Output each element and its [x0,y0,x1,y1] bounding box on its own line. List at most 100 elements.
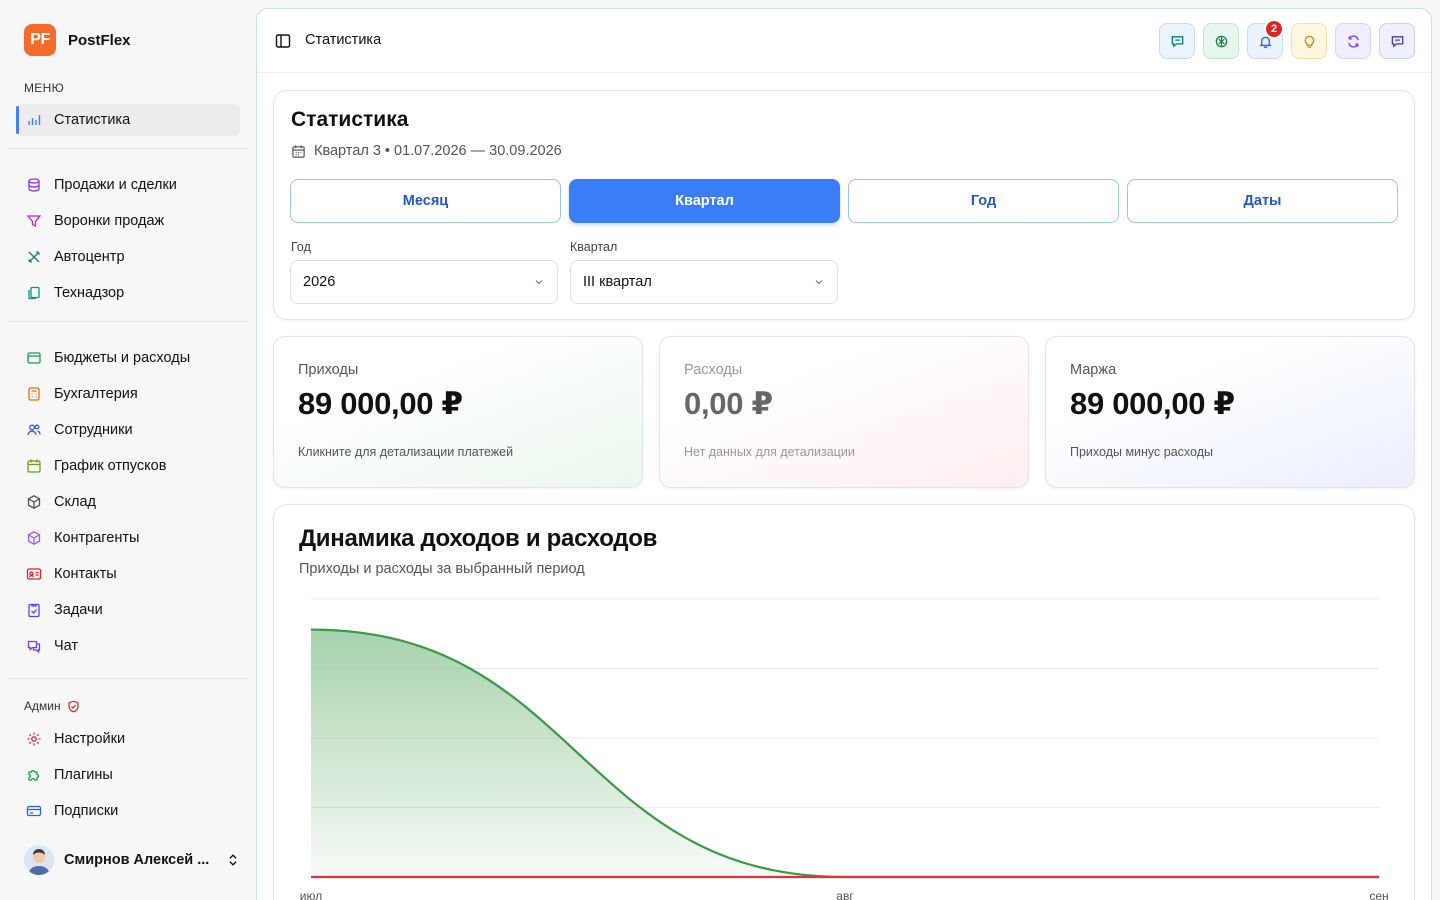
sidebar-item-budgets[interactable]: Бюджеты и расходы [16,342,240,374]
sidebar-item-warehouse[interactable]: Склад [16,486,240,518]
main-panel: Статистика 2 Статистика Квартал 3 • 01.0… [256,8,1432,900]
messages-button[interactable] [1159,23,1195,59]
tab-year[interactable]: Год [848,179,1119,223]
income-value: 89 000,00 ₽ [298,386,463,421]
admin-section-label: Админ [24,699,80,713]
income-label: Приходы [298,362,359,378]
sidebar-item-funnels[interactable]: Воронки продаж [16,205,240,237]
avatar [24,845,54,875]
year-select[interactable]: 2026 [290,260,558,304]
sidebar-item-label: Сотрудники [54,422,133,438]
copy-icon [28,286,40,300]
users-icon [27,424,41,436]
income-area [311,629,1379,877]
sidebar-item-label: Воронки продаж [54,213,165,229]
wallet-icon [27,352,41,364]
chevrons-up-down-icon [229,854,237,866]
sidebar-divider [8,321,248,322]
sparkle-logo-icon [1215,35,1227,47]
sidebar-item-label: Бухгалтерия [54,386,138,402]
sidebar-item-label: Статистика [54,112,131,128]
sidebar-item-employees[interactable]: Сотрудники [16,414,240,446]
income-note: Кликните для детализации платежей [298,445,514,459]
menu-section-label: МЕНЮ [24,81,64,95]
sidebar-item-label: Технадзор [54,285,125,301]
quarter-select-value: III квартал [583,274,652,290]
period-text: Квартал 3 • 01.07.2026 — 30.09.2026 [314,143,562,159]
refresh-icon [1347,34,1359,48]
bar-chart-icon [28,115,41,125]
notifications-button[interactable]: 2 [1247,19,1284,59]
expense-note: Нет данных для детализации [684,445,855,459]
sidebar-item-sales[interactable]: Продажи и сделки [16,169,240,201]
user-name: Смирнов Алексей ... [64,852,210,868]
tab-month[interactable]: Месяц [290,179,561,223]
sidebar-item-counterparties[interactable]: Контрагенты [16,522,240,554]
sidebar-item-autocenter[interactable]: Автоцентр [16,241,240,273]
sidebar-item-label: Контрагенты [54,530,140,546]
page-title: Статистика [291,108,409,131]
chat-icon [1391,35,1403,48]
sidebar-item-subscriptions[interactable]: Подписки [16,795,240,827]
expense-label: Расходы [684,362,743,378]
area-chart: июл авг сен [300,598,1389,900]
ai-assistant-button[interactable] [1203,23,1239,59]
refresh-button[interactable] [1335,23,1371,59]
sidebar-divider [8,148,248,149]
expense-value: 0,00 ₽ [684,386,773,421]
admin-label-text: Админ [24,699,61,713]
margin-card: Маржа 89 000,00 ₽ Приходы минус расходы [1045,336,1415,488]
sidebar-toggle-icon[interactable] [275,33,291,49]
brand-name: PostFlex [68,31,131,49]
sidebar-item-label: Подписки [54,803,119,819]
tips-button[interactable] [1291,23,1327,59]
sidebar-item-vacations[interactable]: График отпусков [16,450,240,482]
topbar: Статистика 2 [257,9,1431,73]
income-card[interactable]: Приходы 89 000,00 ₽ Кликните для детализ… [273,336,643,488]
breadcrumb: Статистика [305,32,382,48]
chat-icon [1171,35,1183,48]
box-icon [27,495,41,509]
expense-card: Расходы 0,00 ₽ Нет данных для детализаци… [659,336,1029,488]
sidebar-item-statistics[interactable]: Статистика [16,104,240,136]
sidebar-item-tasks[interactable]: Задачи [16,594,240,626]
sidebar-item-plugins[interactable]: Плагины [16,759,240,791]
chat-icon [27,640,41,654]
sidebar-item-label: График отпусков [54,458,167,474]
statistics-filter-card: Статистика Квартал 3 • 01.07.2026 — 30.0… [273,90,1415,320]
wrench-icon [28,251,40,263]
margin-label: Маржа [1070,362,1117,378]
year-select-value: 2026 [303,274,336,290]
sidebar-item-label: Продажи и сделки [54,177,177,193]
period-info: Квартал 3 • 01.07.2026 — 30.09.2026 [291,143,562,159]
sidebar-item-contacts[interactable]: Контакты [16,558,240,590]
sidebar-item-label: Задачи [54,602,103,618]
credit-card-icon [26,805,42,817]
sidebar-item-chat[interactable]: Чат [16,630,240,662]
x-tick-label: сен [1369,889,1388,900]
sidebar-item-label: Контакты [54,566,117,582]
sidebar-item-label: Автоцентр [54,249,125,265]
gear-icon [27,732,41,746]
database-icon [28,178,40,192]
puzzle-icon [28,769,40,781]
chevron-down-icon [535,280,543,285]
quarter-label: Квартал [570,240,618,254]
tab-quarter[interactable]: Квартал [569,179,840,223]
calculator-icon [28,387,40,401]
support-chat-button[interactable] [1379,23,1415,59]
user-menu[interactable]: Смирнов Алексей ... [24,842,240,878]
notification-badge: 2 [1264,19,1284,39]
margin-value: 89 000,00 ₽ [1070,386,1235,421]
clipboard-icon [28,603,40,618]
sidebar-item-settings[interactable]: Настройки [16,723,240,755]
sidebar-item-accounting[interactable]: Бухгалтерия [16,378,240,410]
tab-dates[interactable]: Даты [1127,179,1398,223]
brand[interactable]: PF PostFlex [24,24,131,56]
quarter-select[interactable]: III квартал [570,260,838,304]
sidebar-item-technadzor[interactable]: Технадзор [16,277,240,309]
package-icon [27,531,41,545]
calendar-icon [292,144,305,158]
sidebar-divider [8,678,248,679]
year-label: Год [291,240,311,254]
